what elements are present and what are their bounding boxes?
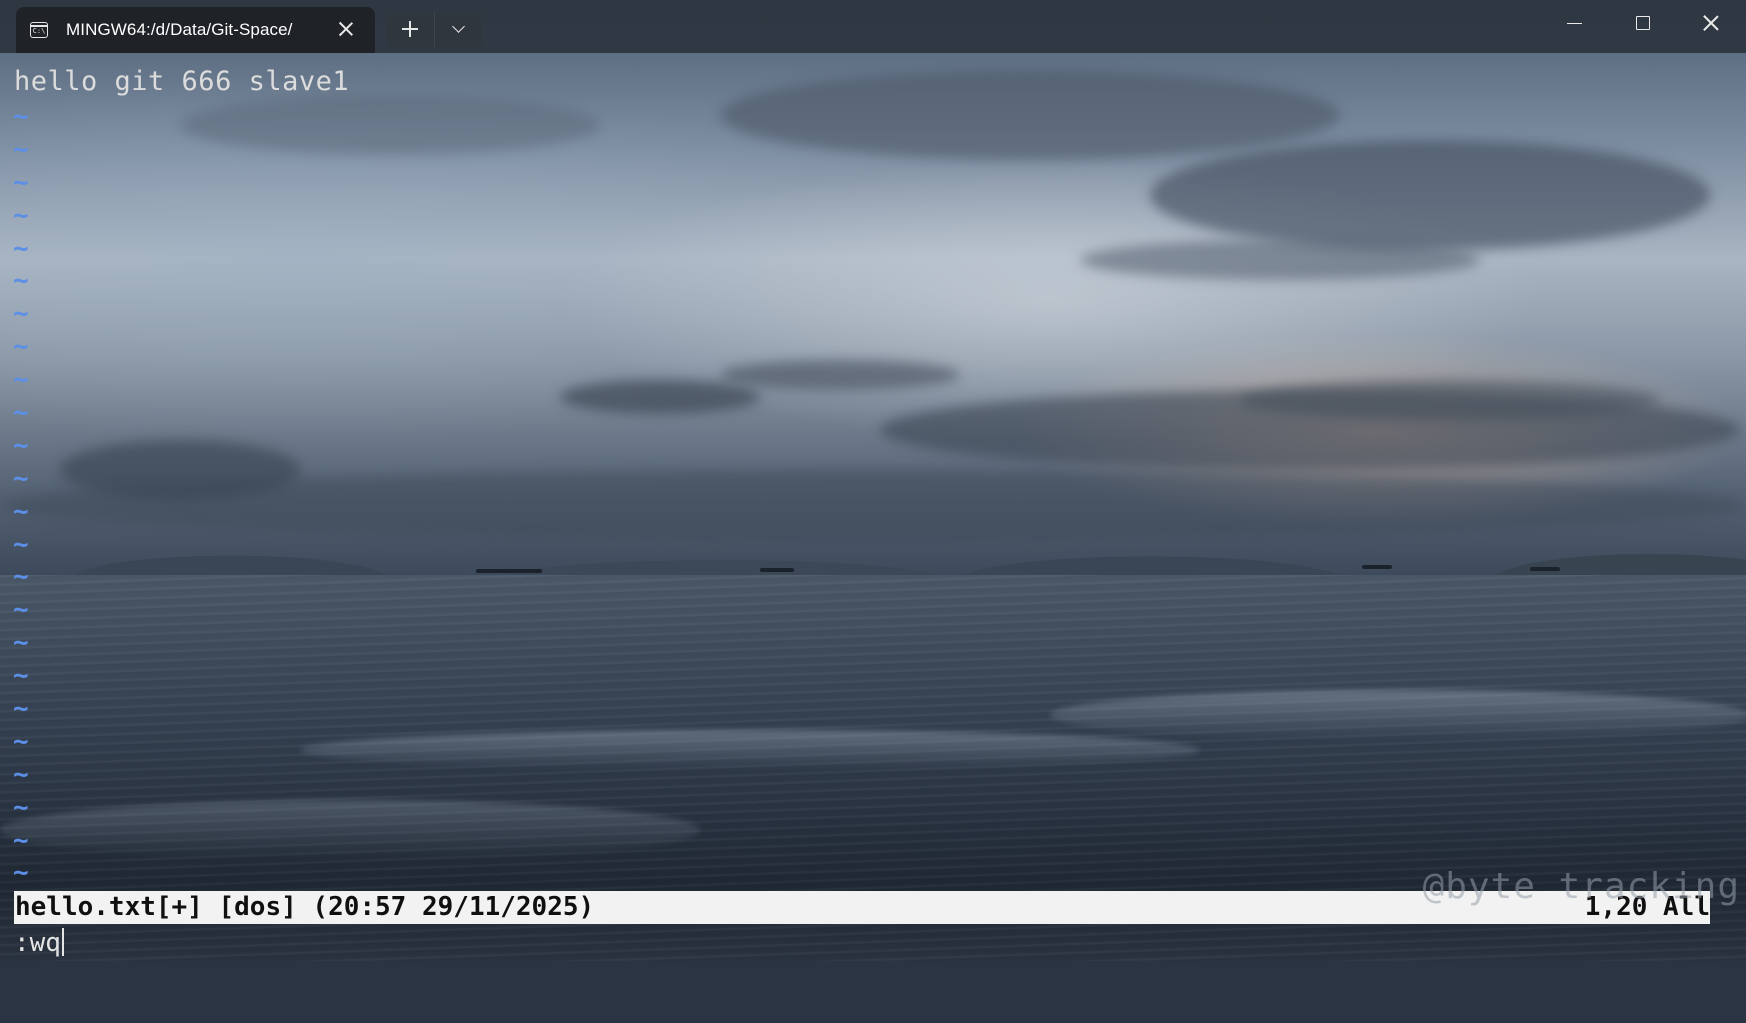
empty-line-tilde: ~: [13, 463, 29, 494]
status-file-info: hello.txt[+] [dos] (20:57 29/11/2025): [15, 892, 595, 922]
empty-line-tilde: ~: [13, 200, 29, 231]
empty-line-tilde: ~: [13, 299, 29, 330]
empty-line-tilde: ~: [13, 825, 29, 856]
text-cursor: [61, 928, 64, 956]
empty-line-tilde: ~: [13, 562, 29, 593]
empty-lines: ~ ~ ~ ~ ~ ~ ~ ~ ~ ~ ~ ~ ~ ~ ~ ~ ~ ~ ~ ~ ~ ~ ~ ~: [13, 101, 29, 890]
empty-line-tilde: ~: [13, 233, 29, 264]
close-tab-icon[interactable]: [337, 20, 355, 38]
buffer-line[interactable]: hello git 666 slave1: [14, 66, 349, 97]
empty-line-tilde: ~: [13, 529, 29, 560]
command-text: :wq: [14, 928, 61, 958]
empty-line-tilde: ~: [13, 661, 29, 692]
empty-line-tilde: ~: [13, 726, 29, 757]
new-tab-plus-icon[interactable]: [386, 11, 434, 47]
empty-line-tilde: ~: [13, 430, 29, 461]
terminal-tab[interactable]: C:\ MINGW64:/d/Data/Git-Space/: [16, 7, 375, 53]
empty-line-tilde: ~: [13, 595, 29, 626]
empty-line-tilde: ~: [13, 496, 29, 527]
empty-line-tilde: ~: [13, 365, 29, 396]
close-window-icon[interactable]: [1676, 0, 1746, 48]
title-bar: C:\ MINGW64:/d/Data/Git-Space/: [0, 0, 1746, 53]
empty-line-tilde: ~: [13, 759, 29, 790]
minimize-icon[interactable]: [1539, 0, 1609, 48]
empty-line-tilde: ~: [13, 398, 29, 429]
empty-line-tilde: ~: [13, 858, 29, 889]
empty-line-tilde: ~: [13, 266, 29, 297]
terminal-icon-label: C:\: [32, 27, 46, 35]
empty-line-tilde: ~: [13, 332, 29, 363]
empty-line-tilde: ~: [13, 167, 29, 198]
watermark: @byte tracking: [1422, 866, 1740, 907]
terminal-icon: C:\: [30, 22, 48, 38]
empty-line-tilde: ~: [13, 694, 29, 725]
empty-line-tilde: ~: [13, 628, 29, 659]
vim-command-line[interactable]: :wq: [14, 926, 64, 960]
tab-title: MINGW64:/d/Data/Git-Space/: [66, 20, 293, 39]
terminal-area[interactable]: hello git 666 slave1 ~ ~ ~ ~ ~ ~ ~ ~ ~ ~ ~ ~ ~ ~ ~ ~ ~ ~ ~…: [0, 53, 1746, 961]
chevron-down-icon[interactable]: [433, 11, 483, 47]
empty-line-tilde: ~: [13, 102, 29, 132]
empty-line-tilde: ~: [13, 134, 29, 165]
empty-line-tilde: ~: [13, 792, 29, 823]
maximize-icon[interactable]: [1607, 0, 1677, 48]
tab-actions: [386, 11, 482, 47]
